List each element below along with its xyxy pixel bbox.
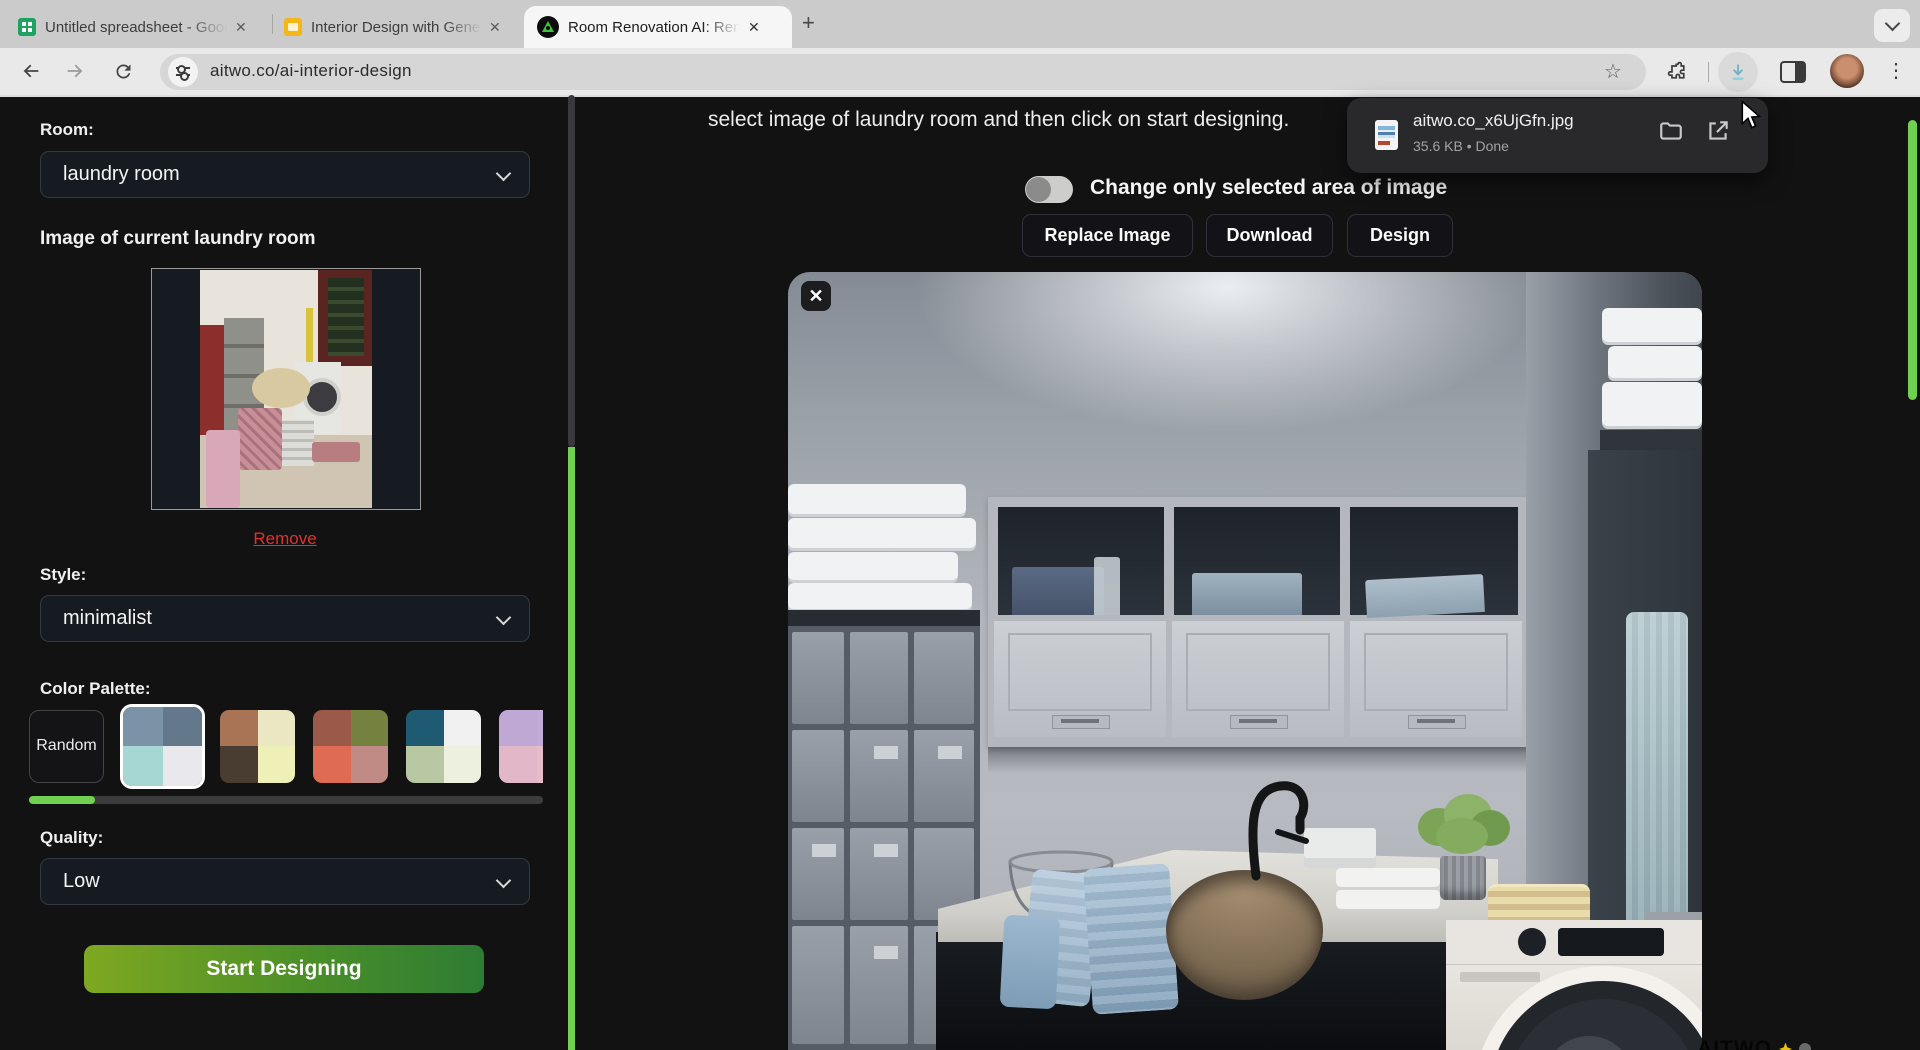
uploaded-room-thumbnail[interactable]	[151, 268, 421, 510]
mouse-cursor	[1738, 100, 1764, 130]
aitwo-watermark: AITWO	[1697, 1037, 1811, 1050]
spark-icon	[1779, 1043, 1792, 1050]
replace-image-button[interactable]: Replace Image	[1022, 214, 1193, 257]
back-arrow-icon	[20, 60, 42, 82]
rug	[312, 442, 360, 462]
tab-title: Untitled spreadsheet - Googl	[45, 19, 227, 36]
palette-label: Color Palette:	[40, 679, 151, 699]
forward-button[interactable]	[62, 58, 88, 84]
laundry-room-photo	[200, 270, 372, 508]
site-settings-button[interactable]	[168, 57, 198, 87]
palette-swatch[interactable]	[499, 710, 543, 783]
toolbar-divider	[1708, 62, 1709, 82]
toggle-knob	[1026, 177, 1051, 202]
refresh-button[interactable]	[110, 58, 136, 84]
palette-swatch[interactable]	[313, 710, 388, 783]
aitwo-logo-icon	[537, 16, 559, 38]
side-panel-icon[interactable]	[1780, 61, 1806, 83]
remove-image-link[interactable]: Remove	[151, 529, 419, 549]
jpg-file-icon	[1375, 120, 1398, 150]
pink-basket	[238, 408, 282, 470]
instruction-text: select image of laundry room and then cl…	[708, 108, 1289, 132]
laundry-basket	[206, 430, 240, 508]
white-crate	[282, 420, 314, 466]
plant-pot	[1440, 856, 1486, 900]
round-table	[252, 368, 310, 408]
chevron-down-icon	[496, 609, 512, 625]
forward-arrow-icon	[64, 60, 86, 82]
extensions-button[interactable]	[1664, 58, 1690, 84]
screen: Untitled spreadsheet - Googl ✕ Interior …	[0, 0, 1920, 1050]
palette-swatch[interactable]	[220, 710, 295, 783]
palette-swatch-selected[interactable]	[120, 704, 205, 789]
style-select[interactable]: minimalist	[40, 595, 530, 642]
shelf	[1600, 430, 1702, 450]
design-button[interactable]: Design	[1347, 214, 1453, 257]
download-filename: aitwo.co_x6UjGfn.jpg	[1413, 111, 1574, 131]
open-in-new-icon[interactable]	[1705, 118, 1731, 144]
download-meta: 35.6 KB • Done	[1413, 138, 1509, 154]
random-palette-button[interactable]: Random	[29, 710, 104, 783]
chevron-down-icon	[496, 872, 512, 888]
palette-scrollbar-thumb	[29, 796, 95, 804]
chevron-down-icon	[1884, 16, 1900, 32]
palette-swatch[interactable]	[406, 710, 481, 783]
chevron-down-icon	[496, 165, 512, 181]
tab-divider	[272, 14, 273, 34]
faucet	[1218, 772, 1348, 892]
tab-interior-design[interactable]: Interior Design with Generativ ✕	[280, 6, 518, 48]
show-in-folder-icon[interactable]	[1658, 118, 1684, 144]
start-designing-button[interactable]: Start Designing	[84, 945, 484, 993]
tune-icon	[176, 67, 190, 69]
google-slides-icon	[284, 18, 302, 36]
toggle-label: Change only selected area of image	[1090, 176, 1447, 200]
plant	[1410, 790, 1514, 862]
room-value: laundry room	[63, 163, 180, 186]
tab-untitled-spreadsheet[interactable]: Untitled spreadsheet - Googl ✕	[8, 6, 266, 48]
tab-strip: Untitled spreadsheet - Googl ✕ Interior …	[0, 0, 1920, 48]
towel-stack	[1602, 308, 1702, 342]
tab-room-renovation-active[interactable]: Room Renovation AI: Renovat ✕	[524, 6, 792, 48]
close-tab-icon[interactable]: ✕	[235, 19, 247, 36]
profile-avatar[interactable]	[1830, 54, 1864, 88]
download-button[interactable]: Download	[1206, 214, 1333, 257]
url-text[interactable]: aitwo.co/ai-interior-design	[210, 61, 412, 81]
google-sheets-icon	[18, 18, 36, 36]
folded-towels	[1336, 868, 1440, 912]
close-tab-icon[interactable]: ✕	[489, 19, 501, 36]
generated-design-image: ✕	[788, 272, 1702, 1050]
refresh-icon	[113, 61, 134, 82]
puzzle-icon	[1666, 60, 1688, 82]
quality-select[interactable]: Low	[40, 858, 530, 905]
browser-menu-icon[interactable]: ⋮	[1886, 58, 1906, 83]
style-label: Style:	[40, 565, 86, 585]
palette-scrollbar[interactable]	[29, 796, 543, 804]
downloads-button[interactable]	[1718, 52, 1758, 92]
wall-cabinets	[988, 497, 1528, 747]
download-icon	[1727, 61, 1749, 83]
sidebar-divider-green[interactable]	[568, 447, 575, 1050]
close-image-button[interactable]: ✕	[801, 281, 831, 311]
quality-label: Quality:	[40, 828, 103, 848]
new-tab-button[interactable]: +	[802, 10, 815, 36]
palette-row: Random	[29, 703, 543, 789]
quality-value: Low	[63, 870, 100, 893]
current-image-label: Image of current laundry room	[40, 228, 316, 250]
back-button[interactable]	[18, 58, 44, 84]
shelf	[788, 610, 980, 626]
tab-title: Room Renovation AI: Renovat	[568, 19, 740, 36]
room-label: Room:	[40, 120, 94, 140]
page-scrollbar-thumb[interactable]	[1908, 120, 1917, 400]
tab-title: Interior Design with Generativ	[311, 19, 481, 36]
download-toast[interactable]: aitwo.co_x6UjGfn.jpg 35.6 KB • Done	[1347, 98, 1768, 173]
close-tab-icon[interactable]: ✕	[748, 19, 760, 36]
tab-search-chevron-button[interactable]	[1874, 9, 1910, 42]
sidebar-scrollbar-thumb[interactable]	[568, 95, 575, 447]
style-value: minimalist	[63, 607, 152, 630]
selected-area-toggle[interactable]	[1025, 176, 1073, 203]
towel-stack	[788, 484, 966, 514]
bookmark-star-icon[interactable]: ☆	[1604, 59, 1622, 84]
room-select[interactable]: laundry room	[40, 151, 530, 198]
